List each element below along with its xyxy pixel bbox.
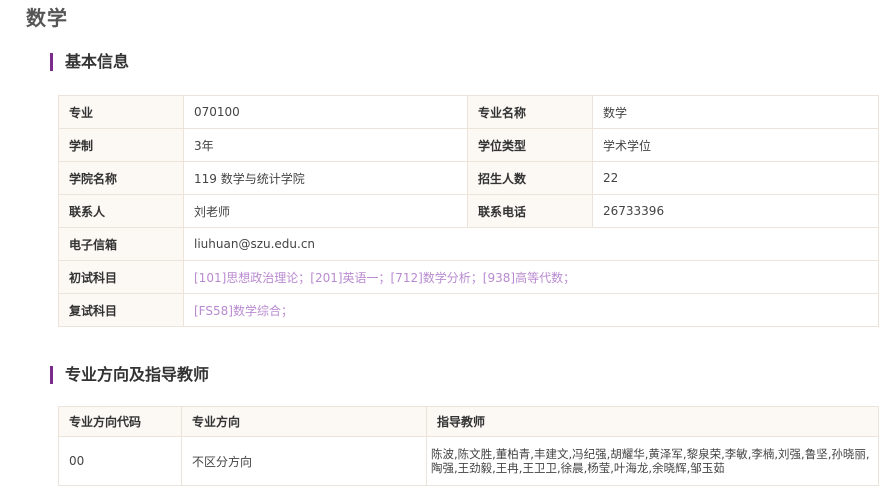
phone-label: 联系电话 (467, 194, 593, 228)
table-row: 联系人 刘老师 联系电话 26733396 (58, 194, 879, 228)
basic-info-heading: 基本信息 (50, 53, 129, 71)
enrollment-value: 22 (592, 161, 879, 195)
direction-code-cell: 00 (58, 436, 182, 486)
prelim-subjects-link[interactable]: [101]思想政治理论；[201]英语一；[712]数学分析；[938]高等代数… (183, 260, 879, 294)
teachers-cell: 陈波,陈文胜,董柏青,丰建文,冯纪强,胡耀华,黄泽军,黎泉荣,李敏,李楠,刘强,… (426, 436, 879, 486)
directions-heading: 专业方向及指导教师 (50, 366, 209, 384)
page-title: 数学 (26, 6, 68, 30)
contact-value: 刘老师 (183, 194, 468, 228)
major-code-label: 专业 (58, 95, 184, 129)
table-row: 复试科目 [FS58]数学综合； (58, 293, 879, 327)
table-row: 电子信箱 liuhuan@szu.edu.cn (58, 227, 879, 261)
degree-type-value: 学术学位 (592, 128, 879, 162)
degree-type-label: 学位类型 (467, 128, 593, 162)
basic-info-table: 专业 070100 专业名称 数学 学制 3年 学位类型 学术学位 学院名称 1… (58, 95, 879, 327)
major-name-value: 数学 (592, 95, 879, 129)
major-name-label: 专业名称 (467, 95, 593, 129)
column-header-teachers: 指导教师 (426, 406, 879, 437)
enrollment-label: 招生人数 (467, 161, 593, 195)
direction-name-cell: 不区分方向 (181, 436, 427, 486)
column-header-direction: 专业方向 (181, 406, 427, 437)
table-row: 初试科目 [101]思想政治理论；[201]英语一；[712]数学分析；[938… (58, 260, 879, 294)
table-row: 00 不区分方向 陈波,陈文胜,董柏青,丰建文,冯纪强,胡耀华,黄泽军,黎泉荣,… (58, 436, 879, 486)
duration-value: 3年 (183, 128, 468, 162)
retest-subjects-label: 复试科目 (58, 293, 184, 327)
major-code-value: 070100 (183, 95, 468, 129)
phone-value: 26733396 (592, 194, 879, 228)
contact-label: 联系人 (58, 194, 184, 228)
email-label: 电子信箱 (58, 227, 184, 261)
email-value: liuhuan@szu.edu.cn (183, 227, 879, 261)
table-row: 学院名称 119 数学与统计学院 招生人数 22 (58, 161, 879, 195)
duration-label: 学制 (58, 128, 184, 162)
retest-subjects-link[interactable]: [FS58]数学综合； (183, 293, 879, 327)
table-row: 学制 3年 学位类型 学术学位 (58, 128, 879, 162)
table-header-row: 专业方向代码 专业方向 指导教师 (58, 406, 879, 437)
prelim-subjects-label: 初试科目 (58, 260, 184, 294)
college-label: 学院名称 (58, 161, 184, 195)
college-value: 119 数学与统计学院 (183, 161, 468, 195)
column-header-code: 专业方向代码 (58, 406, 182, 437)
directions-table: 专业方向代码 专业方向 指导教师 00 不区分方向 陈波,陈文胜,董柏青,丰建文… (58, 406, 879, 486)
table-row: 专业 070100 专业名称 数学 (58, 95, 879, 129)
